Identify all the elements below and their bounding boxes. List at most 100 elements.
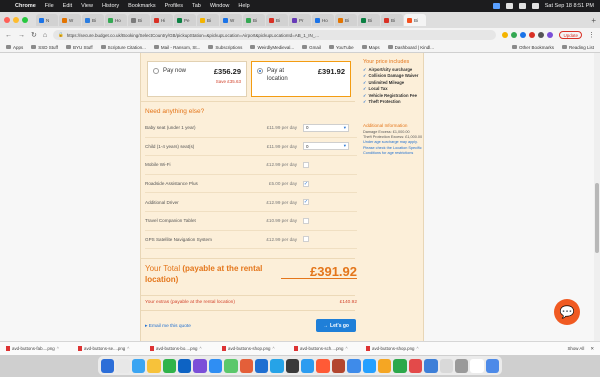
update-button[interactable]: Update [559, 31, 582, 39]
download-item[interactable]: avd-buttons-bo....png ^ [150, 346, 216, 351]
tab[interactable]: Bi [335, 14, 357, 26]
tab[interactable]: Bi [266, 14, 288, 26]
menu-tab[interactable]: Tab [192, 3, 201, 9]
download-item[interactable]: avd-buttons-se....png ^ [78, 346, 144, 351]
dock-app-icon[interactable] [224, 358, 238, 373]
show-all-button[interactable]: Show All [567, 346, 584, 351]
tab[interactable]: Bi [82, 14, 104, 26]
quantity-select[interactable]: 0 ▾ [303, 142, 349, 151]
email-quote-link[interactable]: ▸ Email me this quote [145, 324, 191, 329]
dock-app-icon[interactable] [424, 358, 438, 373]
menu-file[interactable]: File [45, 3, 54, 9]
bookmark-link[interactable]: WeirdlyMedieval... [250, 45, 294, 50]
close-icon[interactable]: ✕ [590, 346, 594, 352]
dock-app-icon[interactable] [285, 358, 300, 373]
dock-app-icon[interactable] [485, 358, 500, 373]
bookmark-folder[interactable]: BYU Stuff [65, 45, 93, 50]
app-menu[interactable]: Chrome [15, 3, 36, 9]
chevron-up-icon[interactable]: ^ [57, 346, 59, 351]
tab-active[interactable]: Bi [404, 14, 426, 26]
minimize-window-button[interactable] [13, 17, 19, 23]
clock[interactable]: Sat Sep 18 8:51 PM [545, 3, 594, 9]
bookmark-link[interactable]: Gmail [302, 45, 321, 50]
bookmark-folder[interactable]: Subscriptions [208, 45, 242, 50]
dock-app-icon[interactable] [316, 358, 330, 373]
reading-list[interactable]: Reading List [561, 45, 594, 50]
tab[interactable]: W [59, 14, 81, 26]
tab[interactable]: Pe [174, 14, 196, 26]
tab[interactable]: Bi [243, 14, 265, 26]
avatar[interactable] [547, 32, 554, 38]
tab[interactable]: Bi [358, 14, 380, 26]
dock-app-icon[interactable] [408, 358, 423, 373]
menu-window[interactable]: Window [210, 3, 230, 9]
extension-icon[interactable] [511, 32, 518, 38]
reload-icon[interactable]: ↻ [31, 31, 37, 39]
chat-button[interactable]: 💬 [554, 299, 580, 325]
menu-view[interactable]: View [81, 3, 93, 9]
chevron-up-icon[interactable]: ^ [272, 346, 274, 351]
dock-app-icon[interactable] [470, 358, 484, 373]
tab[interactable]: Pr [289, 14, 311, 26]
bookmark-folder[interactable]: SSD Stuff [31, 45, 58, 50]
forward-arrow-icon[interactable]: → [18, 32, 25, 39]
tab[interactable]: Bi [381, 14, 403, 26]
chevron-up-icon[interactable]: ^ [200, 346, 202, 351]
tab[interactable]: Ho [105, 14, 127, 26]
extra-checkbox[interactable] [303, 161, 309, 168]
menu-bookmarks[interactable]: Bookmarks [128, 3, 156, 9]
chevron-up-icon[interactable]: ^ [127, 346, 129, 351]
dock-app-icon[interactable] [439, 358, 453, 373]
tab[interactable]: W [220, 14, 242, 26]
zoom-window-button[interactable] [22, 17, 28, 23]
lets-go-button[interactable]: → Let's go [316, 319, 356, 332]
dock-app-icon[interactable] [177, 358, 192, 373]
dock-app-icon[interactable] [254, 358, 269, 373]
dock-app-icon[interactable] [362, 358, 377, 373]
pay-at-location-option[interactable]: Pay at location £391.92 [251, 61, 351, 97]
tab[interactable]: Bi [128, 14, 150, 26]
dock-app-icon[interactable] [378, 358, 392, 373]
download-item[interactable]: avd-buttons-shop.png ^ [366, 346, 432, 351]
extra-checkbox[interactable] [303, 236, 309, 243]
chevron-up-icon[interactable]: ^ [416, 346, 418, 351]
dock-app-icon[interactable] [270, 358, 284, 373]
dock-app-icon[interactable] [101, 358, 115, 373]
dock-app-icon[interactable] [147, 358, 161, 373]
pay-now-option[interactable]: Pay now £356.29 Save £35.63 [147, 61, 247, 97]
menu-profiles[interactable]: Profiles [165, 3, 183, 9]
search-icon[interactable] [531, 3, 539, 9]
status-app-icon[interactable] [492, 3, 500, 9]
age-surcharge-note[interactable]: Under age surcharge may apply. Please ch… [363, 140, 423, 156]
close-window-button[interactable] [4, 17, 10, 23]
quantity-select[interactable]: 0 ▾ [303, 123, 349, 132]
extension-icon[interactable] [529, 32, 536, 38]
more-vert-icon[interactable]: ⋮ [588, 31, 595, 39]
dock-app-icon[interactable] [301, 358, 315, 373]
tab[interactable]: N [36, 14, 58, 26]
dock-app-icon[interactable] [331, 358, 346, 373]
dock-app-icon[interactable] [162, 358, 176, 373]
extension-icon[interactable] [520, 32, 527, 38]
dock-app-icon[interactable] [347, 358, 361, 373]
menu-history[interactable]: History [102, 3, 119, 9]
extra-checkbox[interactable]: ✓ [303, 180, 309, 187]
chevron-up-icon[interactable]: ^ [345, 346, 347, 351]
dock-app-icon[interactable] [454, 358, 469, 373]
star-icon[interactable] [502, 32, 509, 38]
puzzle-icon[interactable] [538, 32, 545, 38]
menu-help[interactable]: Help [238, 3, 249, 9]
pay-at-location-radio[interactable] [257, 68, 263, 74]
wifi-icon[interactable] [505, 3, 513, 9]
download-item[interactable]: avd-buttons-fab....png ^ [6, 346, 72, 351]
extra-checkbox[interactable]: ✓ [303, 199, 309, 206]
address-bar[interactable]: 🔒 https://secure.budget.co.uk/Booking/Se… [53, 30, 497, 40]
tab[interactable]: Bi [197, 14, 219, 26]
pay-now-radio[interactable] [153, 68, 159, 74]
dock-app-icon[interactable] [239, 358, 253, 373]
page-scrollbar[interactable] [594, 53, 600, 341]
bookmark-link[interactable]: YouTube [328, 45, 354, 50]
dock-app-icon[interactable] [116, 358, 130, 373]
bookmark-apps[interactable]: Apps [6, 45, 23, 50]
download-item[interactable]: avd-buttons-shop.png ^ [222, 346, 288, 351]
